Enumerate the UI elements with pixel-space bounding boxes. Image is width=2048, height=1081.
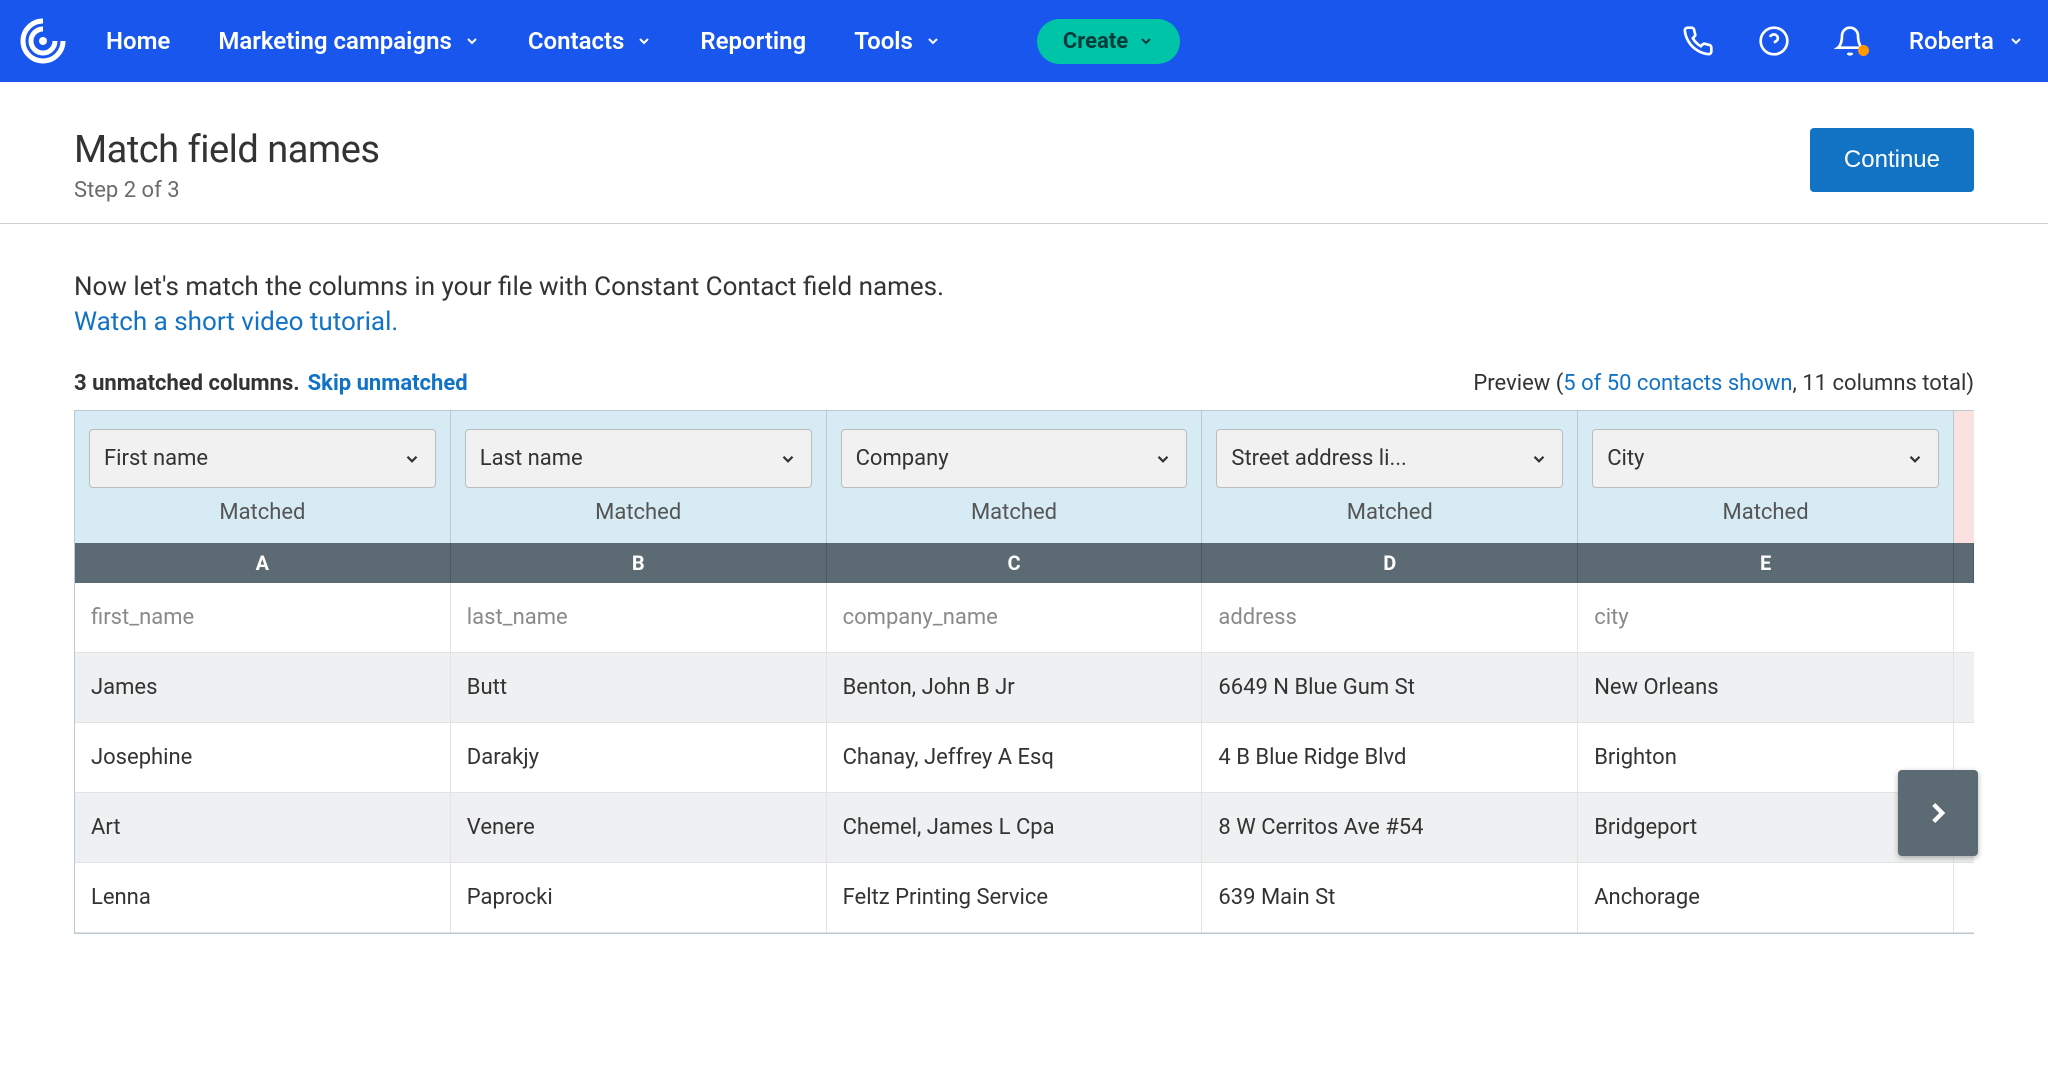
source-column-name-partial (1954, 583, 1974, 653)
field-select[interactable]: Company (841, 429, 1188, 488)
nav-home[interactable]: Home (106, 27, 170, 55)
match-status: Matched (971, 500, 1057, 533)
source-column-name: address (1202, 583, 1578, 653)
status-row: 3 unmatched columns. Skip unmatched Prev… (0, 337, 2048, 410)
chevron-down-icon (636, 33, 652, 49)
chevron-down-icon (779, 450, 797, 468)
data-cell: Anchorage (1578, 863, 1954, 933)
column-mapping-header: City Matched (1578, 411, 1954, 543)
nav-reporting[interactable]: Reporting (700, 27, 806, 55)
phone-icon[interactable] (1681, 24, 1715, 58)
page-header: Match field names Step 2 of 3 Continue (0, 82, 2048, 224)
top-navbar: Home Marketing campaigns Contacts Report… (0, 0, 2048, 82)
field-select-label: City (1607, 446, 1644, 471)
data-cell: Darakjy (451, 723, 827, 793)
data-cell: James (75, 653, 451, 723)
intro-text: Now let's match the columns in your file… (74, 268, 1974, 307)
column-letter: C (827, 543, 1203, 583)
data-cell: Chanay, Jeffrey A Esq (827, 723, 1203, 793)
nav-links: Home Marketing campaigns Contacts Report… (106, 19, 1180, 64)
chevron-down-icon (1138, 33, 1154, 49)
intro-video-link[interactable]: Watch a short video tutorial. (74, 307, 1974, 337)
scroll-right-button[interactable] (1898, 770, 1978, 856)
data-cell: Josephine (75, 723, 451, 793)
chevron-down-icon (1154, 450, 1172, 468)
data-cell: 639 Main St (1202, 863, 1578, 933)
preview-contacts-link[interactable]: 5 of 50 contacts shown (1563, 371, 1792, 396)
data-cell-partial (1954, 863, 1974, 933)
nav-contacts[interactable]: Contacts (528, 27, 653, 55)
skip-unmatched-link[interactable]: Skip unmatched (308, 371, 468, 396)
column-letter-partial (1954, 543, 1974, 583)
page-title: Match field names (74, 128, 379, 172)
mapping-table: First nameMatchedLast nameMatchedCompany… (74, 410, 1974, 934)
column-letter: D (1202, 543, 1578, 583)
bell-icon[interactable] (1833, 24, 1867, 58)
data-cell: Art (75, 793, 451, 863)
column-letter: E (1578, 543, 1954, 583)
continue-button[interactable]: Continue (1810, 128, 1974, 192)
nav-tools[interactable]: Tools (854, 27, 941, 55)
mapping-table-wrapper: First nameMatchedLast nameMatchedCompany… (74, 410, 1974, 934)
source-column-name: company_name (827, 583, 1203, 653)
data-cell: Feltz Printing Service (827, 863, 1203, 933)
field-select-label: Last name (480, 446, 583, 471)
chevron-down-icon (2008, 33, 2024, 49)
field-select[interactable]: Last name (465, 429, 812, 488)
create-button[interactable]: Create (1037, 19, 1180, 64)
source-column-name: city (1578, 583, 1954, 653)
data-cell-partial (1954, 653, 1974, 723)
data-cell: Venere (451, 793, 827, 863)
field-select-label: Company (856, 446, 949, 471)
field-select[interactable]: City (1592, 429, 1939, 488)
chevron-down-icon (925, 33, 941, 49)
match-status: Matched (1347, 500, 1433, 533)
unmatched-count: 3 unmatched columns. (74, 371, 300, 396)
column-letter: B (451, 543, 827, 583)
match-status: Matched (219, 500, 305, 533)
nav-right: Roberta (1681, 24, 2024, 58)
column-letter: A (75, 543, 451, 583)
data-cell: 8 W Cerritos Ave #54 (1202, 793, 1578, 863)
nav-marketing[interactable]: Marketing campaigns (218, 27, 479, 55)
data-cell: Butt (451, 653, 827, 723)
chevron-down-icon (1906, 450, 1924, 468)
data-cell: New Orleans (1578, 653, 1954, 723)
data-cell: Lenna (75, 863, 451, 933)
logo-icon[interactable] (16, 14, 70, 68)
data-cell: Paprocki (451, 863, 827, 933)
preview-info: Preview (5 of 50 contacts shown, 11 colu… (1473, 371, 1974, 396)
chevron-down-icon (1530, 450, 1548, 468)
column-mapping-header-partial (1954, 411, 1974, 543)
help-icon[interactable] (1757, 24, 1791, 58)
user-menu[interactable]: Roberta (1909, 27, 2024, 55)
field-select-label: First name (104, 446, 208, 471)
page-step: Step 2 of 3 (74, 178, 379, 203)
column-mapping-header: First name Matched (75, 411, 451, 543)
match-status: Matched (595, 500, 681, 533)
source-column-name: first_name (75, 583, 451, 653)
field-select[interactable]: First name (89, 429, 436, 488)
intro-block: Now let's match the columns in your file… (0, 224, 2048, 337)
chevron-down-icon (403, 450, 421, 468)
data-cell: 6649 N Blue Gum St (1202, 653, 1578, 723)
notification-dot (1858, 45, 1869, 56)
source-column-name: last_name (451, 583, 827, 653)
chevron-down-icon (464, 33, 480, 49)
column-mapping-header: Company Matched (827, 411, 1203, 543)
column-mapping-header: Last name Matched (451, 411, 827, 543)
field-select[interactable]: Street address li... (1216, 429, 1563, 488)
match-status: Matched (1723, 500, 1809, 533)
data-cell: Benton, John B Jr (827, 653, 1203, 723)
field-select-label: Street address li... (1231, 446, 1406, 471)
data-cell: Chemel, James L Cpa (827, 793, 1203, 863)
data-cell: 4 B Blue Ridge Blvd (1202, 723, 1578, 793)
column-mapping-header: Street address li... Matched (1202, 411, 1578, 543)
